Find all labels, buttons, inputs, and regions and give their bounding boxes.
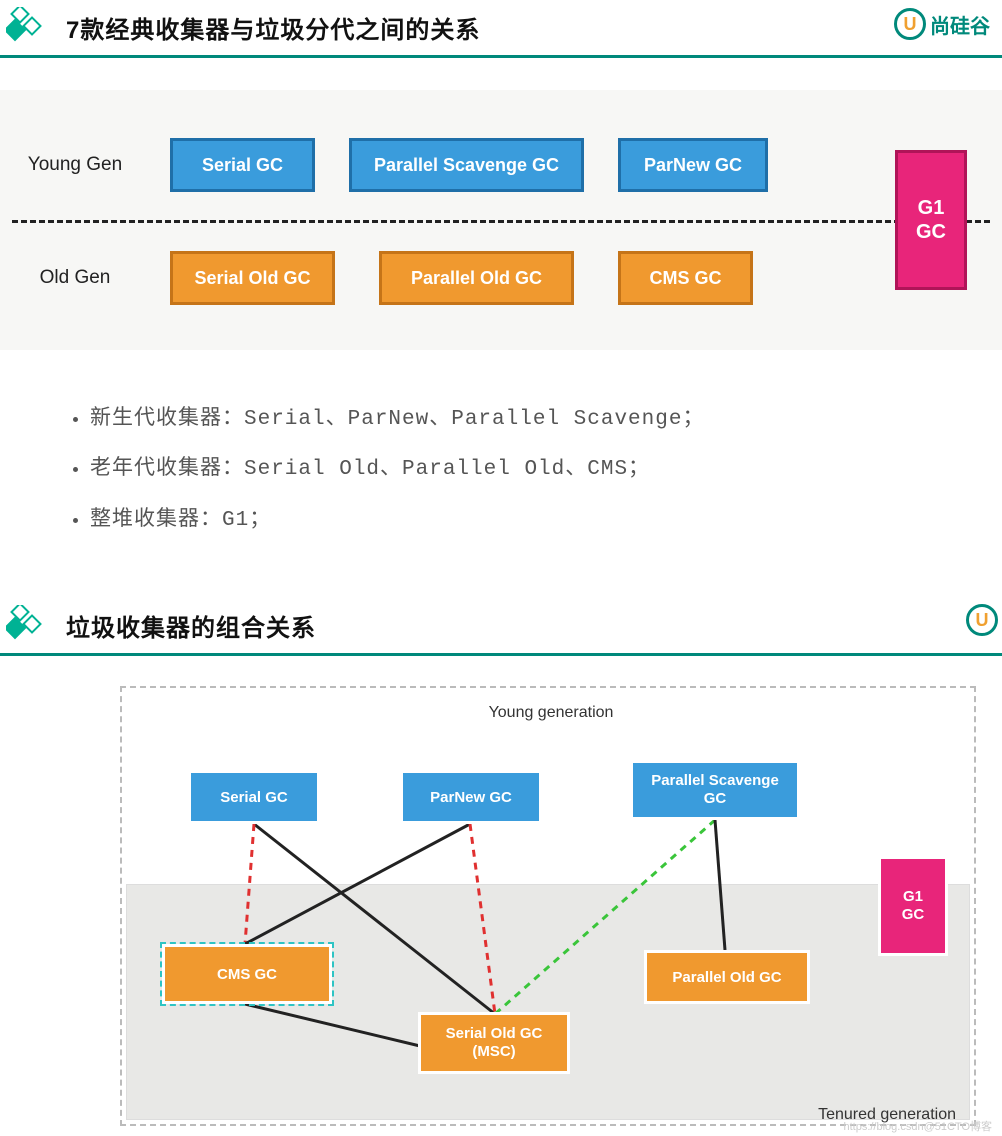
brand-badge: U 尚硅谷 [894,8,990,40]
gc-node-parnew: ParNew GC [400,770,542,824]
g1-gc-box: G1 GC [895,150,967,290]
gc-node-serialold: Serial Old GC(MSC) [418,1012,570,1074]
brand-logo-icon: U [894,8,926,40]
gc-node-cms: CMS GC [162,944,332,1004]
young-generation-label: Young generation [120,704,982,722]
slide-1-gc-generations: 7款经典收集器与垃圾分代之间的关系 U 尚硅谷 Young Gen Serial… [0,0,1002,576]
gc-box: Serial GC [170,138,315,192]
slide-2-gc-combinations: 垃圾收集器的组合关系 U Young generation Tenured ge… [0,598,1002,1136]
brand-text: 尚硅谷 [930,10,990,39]
old-boxes-container: Serial Old GC Parallel Old GC CMS GC [170,251,753,305]
old-gen-label: Old Gen [0,267,150,289]
brand-logo-icon: U [966,604,998,636]
combination-diagram: Young generation Tenured generation Seri… [120,686,982,1136]
young-boxes-container: Serial GC Parallel Scavenge GC ParNew GC [170,138,768,192]
old-gen-row: Old Gen Serial Old GC Parallel Old GC CMS … [0,223,1002,333]
gc-box: Parallel Scavenge GC [349,138,584,192]
diamond-icon [6,605,48,647]
gc-box: CMS GC [618,251,753,305]
generation-area: Young Gen Serial GC Parallel Scavenge GC P… [0,90,1002,350]
diamond-icon [6,7,48,49]
slide2-header: 垃圾收集器的组合关系 U [0,598,1002,656]
bullet-item: 老年代收集器：Serial Old、Parallel Old、CMS； [90,445,932,495]
bullet-item: 整堆收集器：G1； [90,496,932,546]
watermark: https://blog.csdn@51CTO博客 [843,1118,992,1134]
slide1-title: 7款经典收集器与垃圾分代之间的关系 [66,10,480,45]
gc-node-serial: Serial GC [188,770,320,824]
gc-node-parscav: Parallel ScavengeGC [630,760,800,820]
young-gen-label: Young Gen [0,154,150,176]
bullet-item: 新生代收集器：Serial、ParNew、Parallel Scavenge； [90,395,932,445]
slide2-title: 垃圾收集器的组合关系 [66,608,316,643]
bullet-list: 新生代收集器：Serial、ParNew、Parallel Scavenge；老… [0,350,1002,576]
gc-box: Parallel Old GC [379,251,574,305]
gc-box: ParNew GC [618,138,768,192]
brand-badge-partial: U [966,604,1002,636]
gc-node-parold: Parallel Old GC [644,950,810,1004]
gc-box: Serial Old GC [170,251,335,305]
slide1-header: 7款经典收集器与垃圾分代之间的关系 U 尚硅谷 [0,0,1002,58]
young-gen-row: Young Gen Serial GC Parallel Scavenge GC P… [0,110,1002,220]
gc-node-g1: G1GC [878,856,948,956]
